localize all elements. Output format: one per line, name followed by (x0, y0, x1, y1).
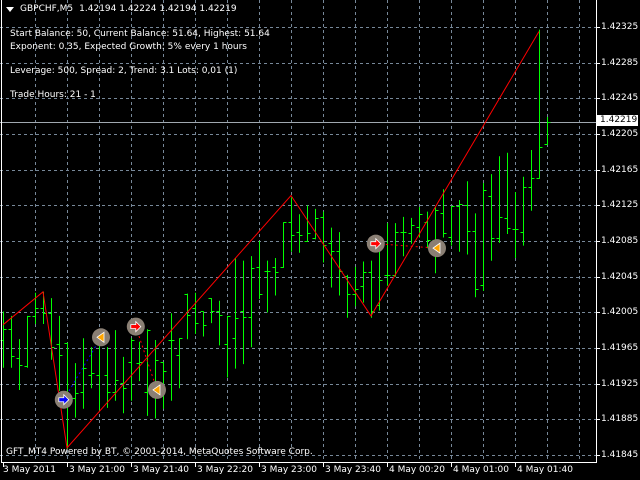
time-label: 3 May 21:00 (69, 465, 125, 475)
time-label: 3 May 23:00 (261, 465, 317, 475)
price-label: 1.41965 (601, 342, 639, 353)
ohlc-bar (480, 183, 487, 292)
price-label: 1.42245 (601, 92, 639, 103)
ohlc-bar (496, 156, 503, 243)
ohlc-bar (272, 257, 279, 296)
ohlc-bar (24, 315, 31, 368)
ohlc-bar (232, 257, 239, 369)
ohlc-bar (392, 223, 399, 277)
copyright-footer: GFT_MT4 Powered by BT, © 2001-2014, Meta… (6, 447, 313, 457)
ohlc-bar (456, 199, 463, 252)
price-label: 1.42165 (601, 164, 639, 175)
time-label: 3 May 2011 (3, 465, 56, 475)
ohlc-bar (136, 341, 143, 382)
trade-link-line (63, 337, 102, 400)
ohlc-bar (144, 329, 151, 416)
info-balance: Start Balance: 50, Current Balance: 51.6… (10, 29, 270, 39)
time-label: 4 May 01:00 (453, 465, 509, 475)
ohlc-bar (248, 256, 255, 348)
price-label: 1.42125 (601, 199, 639, 210)
price-label: 1.42005 (601, 306, 639, 317)
ohlc-bar (352, 266, 359, 307)
ohlc-bar (128, 338, 135, 401)
ohlc-bar (120, 356, 127, 414)
ohlc-bar (528, 150, 535, 211)
info-trade-hours: Trade Hours: 21 - 1 (10, 90, 96, 100)
ohlc-bar (104, 347, 111, 408)
price-label: 1.42285 (601, 57, 639, 68)
ohlc-bar (256, 241, 263, 300)
time-label: 3 May 21:40 (133, 465, 189, 475)
ohlc-bar (544, 117, 551, 145)
ohlc-bar (56, 315, 63, 391)
time-label: 3 May 23:40 (325, 465, 381, 475)
info-leverage: Leverage: 500, Spread: 2, Trend: 3.1 Lot… (10, 66, 238, 76)
ohlc-bar (280, 222, 287, 268)
price-label: 1.41845 (601, 449, 639, 460)
ohlc-bar (448, 206, 455, 246)
time-label: 4 May 01:40 (517, 465, 573, 475)
ohlc-bar (536, 29, 543, 179)
price-label: 1.42325 (601, 21, 639, 32)
ohlc-bar (176, 338, 183, 389)
price-label: 1.42205 (601, 128, 639, 139)
ohlc-bar (520, 176, 527, 246)
ohlc-bar (400, 216, 407, 257)
ohlc-bar (504, 152, 511, 234)
ohlc-bar (16, 339, 23, 391)
ohlc-bar (224, 315, 231, 378)
ohlc-bar (408, 217, 415, 244)
ohlc-bar (368, 260, 375, 318)
ohlc-bar (296, 214, 303, 253)
ohlc-bar (328, 227, 335, 288)
current-price-label: 1.42219 (597, 115, 638, 126)
ohlc-readout: 1.42194 1.42224 1.42194 1.42219 (79, 4, 237, 14)
price-label: 1.42085 (601, 235, 639, 246)
price-label: 1.41885 (601, 413, 639, 424)
info-exponent: Exponent: 0.35, Expected Growth: 5% ever… (10, 42, 247, 52)
chart-window[interactable]: GBPCHF,M5 1.42194 1.42224 1.42194 1.4221… (0, 0, 640, 480)
ohlc-bar (8, 315, 15, 368)
ohlc-bar (384, 223, 391, 286)
ohlc-bar (96, 339, 103, 411)
ohlc-bar (184, 293, 191, 340)
ohlc-bar (48, 298, 55, 360)
ohlc-bar (192, 292, 199, 334)
collapse-triangle-icon[interactable] (6, 6, 14, 12)
ohlc-bar (208, 298, 215, 324)
price-label: 1.41925 (601, 378, 639, 389)
ohlc-bar (488, 174, 495, 261)
time-label: 3 May 22:20 (197, 465, 253, 475)
ohlc-bar (72, 363, 79, 418)
chart-title: GBPCHF,M5 1.42194 1.42224 1.42194 1.4221… (6, 4, 237, 14)
ohlc-bar (320, 211, 327, 263)
ohlc-bar (168, 313, 175, 401)
time-label: 4 May 00:20 (389, 465, 445, 475)
ohlc-bar (200, 311, 207, 337)
ohlc-bar (464, 181, 471, 255)
symbol-label: GBPCHF,M5 (20, 4, 74, 14)
ohlc-bar (360, 261, 367, 303)
ohlc-bar (472, 213, 479, 298)
ohlc-bar (512, 191, 519, 259)
ohlc-bar (88, 347, 95, 389)
price-label: 1.42045 (601, 271, 639, 282)
ohlc-bar (264, 260, 271, 313)
ohlc-bar (216, 300, 223, 346)
